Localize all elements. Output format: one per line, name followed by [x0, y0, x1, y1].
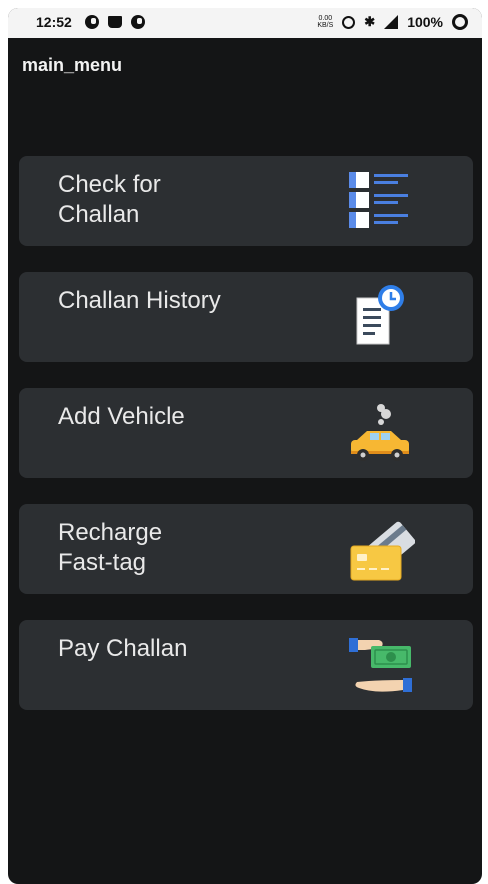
pay-challan-button[interactable]: Pay Challan: [19, 620, 473, 710]
alarm-icon: [342, 15, 356, 29]
menu-item-label: Recharge Fast-tag: [58, 519, 163, 576]
history-document-icon: [356, 285, 404, 345]
menu-item-label: Add Vehicle: [58, 403, 185, 430]
car-icon: [351, 404, 409, 461]
bluetooth-icon: ✱: [364, 14, 376, 29]
status-time: 12:52: [36, 14, 72, 30]
card-icon: [350, 521, 415, 581]
notification-icons: [85, 15, 145, 29]
add-vehicle-button[interactable]: Add Vehicle: [19, 388, 473, 478]
phone-screen: 12:52 0.00 KB/S ✱ 100% main_menu Check f…: [8, 8, 482, 884]
cash-payment-icon: [349, 638, 412, 692]
check-challan-button[interactable]: Check for Challan: [19, 156, 473, 246]
signal-icon: [384, 15, 399, 29]
battery-percent: 100%: [407, 14, 443, 30]
page-title: main_menu: [22, 55, 123, 75]
notification-app-icon: [85, 15, 99, 29]
menu-item-label: Check for Challan: [58, 171, 161, 228]
notification-app-icon-2: [131, 15, 145, 29]
recharge-fasttag-button[interactable]: Recharge Fast-tag: [19, 504, 473, 594]
menu-item-label: Pay Challan: [58, 635, 188, 662]
challan-history-button[interactable]: Challan History: [19, 272, 473, 362]
battery-icon: [452, 14, 468, 30]
checklist-icon: [349, 172, 408, 228]
system-icons: 0.00 KB/S ✱ 100%: [317, 14, 468, 30]
net-speed: 0.00 KB/S: [317, 15, 334, 29]
notification-cup-icon: [108, 16, 122, 28]
menu-item-label: Challan History: [58, 287, 221, 314]
status-bar: 12:52 0.00 KB/S ✱ 100%: [8, 8, 482, 38]
